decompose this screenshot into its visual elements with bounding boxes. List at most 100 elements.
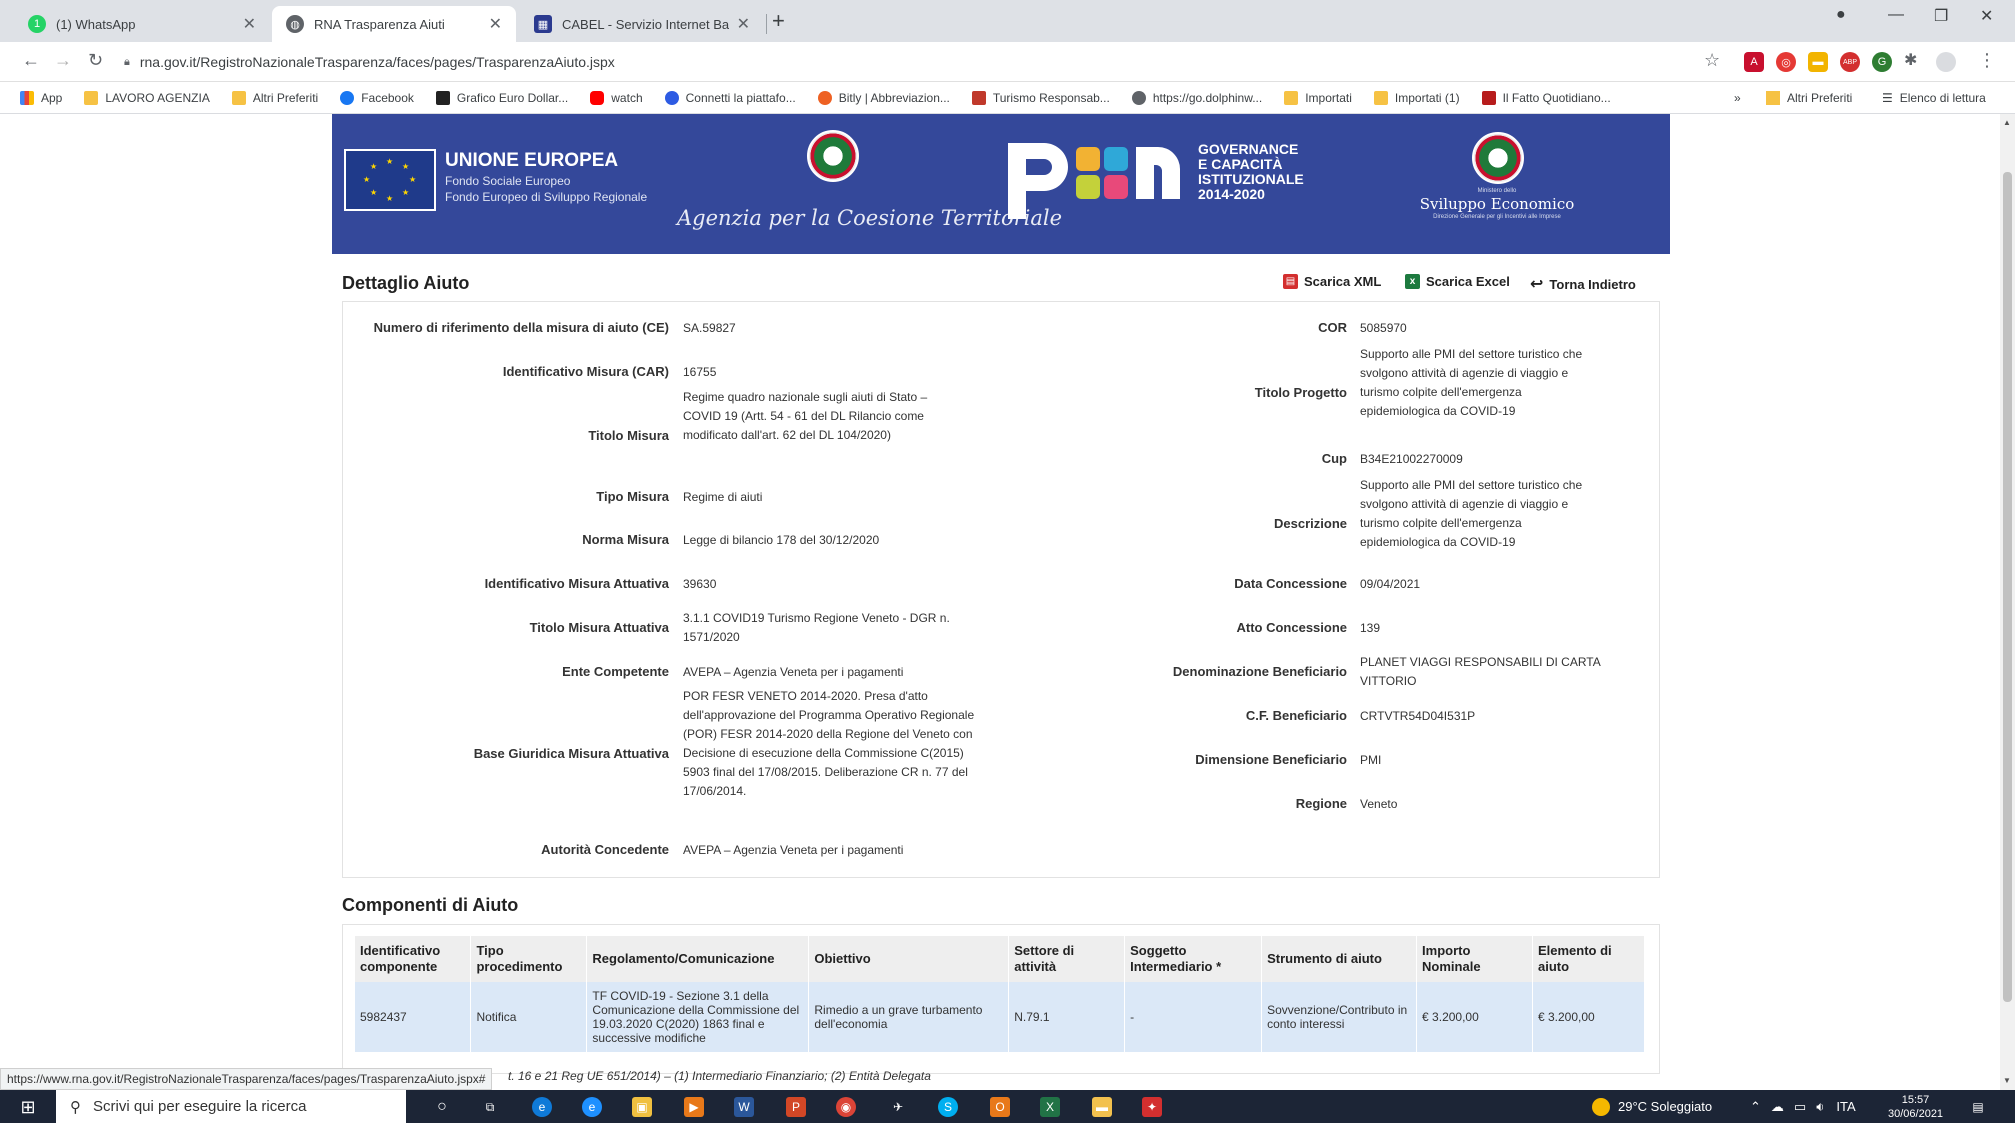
bookmark-folder-right[interactable]: Altri Preferiti [1766, 82, 1852, 114]
task-view-icon[interactable]: ⧉ [480, 1097, 500, 1117]
app-icon[interactable]: ✦ [1142, 1097, 1162, 1117]
word-icon[interactable]: W [734, 1097, 754, 1117]
edge-icon[interactable]: e [532, 1097, 552, 1117]
powerpoint-icon[interactable]: P [786, 1097, 806, 1117]
tab-rna[interactable]: ◍ RNA Trasparenza Aiuti ✕ [272, 6, 516, 42]
italian-emblem-icon [807, 130, 859, 182]
extension-icon[interactable]: G [1872, 52, 1892, 72]
column-header: Soggetto Intermediario * [1124, 936, 1263, 982]
star-icon[interactable]: ☆ [1704, 50, 1720, 71]
excel-icon[interactable]: X [1040, 1097, 1060, 1117]
bookmark-link[interactable]: Il Fatto Quotidiano... [1481, 90, 1611, 105]
bookmark-folder[interactable]: LAVORO AGENZIA [84, 90, 210, 105]
field-value: SA.59827 [683, 321, 736, 335]
back-arrow-icon[interactable]: ← [22, 50, 40, 71]
extension-icon[interactable]: ▬ [1808, 52, 1828, 72]
menu-icon[interactable]: ⋮ [1978, 50, 1996, 71]
scroll-up-icon[interactable]: ▲ [2003, 118, 2011, 127]
field-label: Data Concessione [1234, 576, 1347, 591]
cortana-icon[interactable]: ○ [432, 1097, 452, 1117]
chrome-icon[interactable]: ◉ [836, 1097, 856, 1117]
clock[interactable]: 15:57 30/06/2021 [1888, 1090, 1943, 1123]
reply-arrow-icon: ↩ [1530, 276, 1544, 293]
system-tray[interactable]: ⌃ ☁ ▭ 🔉︎ ITA [1750, 1090, 1856, 1123]
ie-icon[interactable]: e [582, 1097, 602, 1117]
skype-icon[interactable]: S [938, 1097, 958, 1117]
field-label: Autorità Concedente [541, 842, 669, 857]
field-label: Identificativo Misura Attuativa [484, 576, 669, 591]
tab-whatsapp[interactable]: 1 (1) WhatsApp ✕ [14, 6, 270, 42]
field-label: Tipo Misura [596, 489, 669, 504]
field-value: Legge di bilancio 178 del 30/12/2020 [683, 533, 880, 547]
folder-icon [231, 90, 246, 105]
bank-icon: ▦ [534, 15, 552, 33]
field-value: 16755 [683, 365, 717, 379]
store-icon[interactable]: ▣ [632, 1097, 652, 1117]
field-value: B34E21002270009 [1360, 452, 1463, 466]
column-header: Obiettivo [808, 936, 1010, 982]
minimize-button[interactable]: — [1888, 6, 1904, 24]
avatar[interactable] [1936, 52, 1956, 72]
forward-arrow-icon[interactable]: → [54, 50, 72, 71]
puzzle-icon[interactable]: ✱ [1904, 50, 1917, 70]
detail-title: Dettaglio Aiuto [342, 273, 470, 293]
bookmark-link[interactable]: watch [590, 90, 643, 105]
field-label: COR [1318, 320, 1347, 335]
url-field[interactable]: 🔒︎ rna.gov.it/RegistroNazionaleTrasparen… [124, 48, 1704, 76]
taskbar-search-input[interactable]: ⚲ Scrivi qui per eseguire la ricerca [56, 1090, 406, 1123]
site-icon [971, 90, 986, 105]
bookmark-link[interactable]: Connetti la piattafo... [664, 90, 796, 105]
link-status-bar: https://www.rna.gov.it/RegistroNazionale… [0, 1068, 493, 1090]
extension-icon[interactable]: ◎ [1776, 52, 1796, 72]
reading-list-icon: ☰ [1882, 91, 1893, 105]
close-tab-icon[interactable]: ✕ [243, 14, 256, 34]
maximize-button[interactable]: ❐ [1934, 6, 1948, 26]
notifications-icon[interactable]: ▤ [1968, 1097, 1988, 1117]
download-excel-link[interactable]: x Scarica Excel [1405, 274, 1510, 289]
table-cell: N.79.1 [1008, 982, 1126, 1052]
ministry-emblem-icon [1472, 132, 1524, 184]
eu-subtitle: Fondo Sociale Europeo [445, 174, 571, 188]
page-viewport: ★ ★ ★ ★ ★ ★ ★ ★ UNIONE EUROPEA Fondo Soc… [0, 114, 2000, 1090]
app-icon[interactable]: ✈ [888, 1097, 908, 1117]
volume-icon: 🔉︎ [1816, 1098, 1825, 1114]
page-scrollbar[interactable]: ▲ ▼ [2000, 114, 2015, 1090]
windows-start-icon[interactable]: ⊞ [18, 1097, 38, 1117]
bookmark-folder[interactable]: Importati (1) [1373, 90, 1460, 105]
media-icon[interactable]: ▶ [684, 1097, 704, 1117]
weather-widget[interactable]: 29°C Soleggiato [1592, 1090, 1712, 1123]
outlook-icon[interactable]: O [990, 1097, 1010, 1117]
download-xml-link[interactable]: ▤ Scarica XML [1283, 274, 1381, 289]
detail-panel: Numero di riferimento della misura di ai… [342, 301, 1660, 878]
field-value: 139 [1360, 621, 1381, 635]
table-cell: € 3.200,00 [1532, 982, 1646, 1052]
bookmark-folder[interactable]: Importati [1284, 90, 1352, 105]
chart-site-icon [435, 90, 450, 105]
bookmark-folder[interactable]: Altri Preferiti [231, 90, 318, 105]
tab-cabel[interactable]: ▦ CABEL - Servizio Internet Banking ✕ [520, 6, 764, 42]
bookmark-link[interactable]: Bitly | Abbreviazion... [817, 90, 950, 105]
reading-list[interactable]: ☰ Elenco di lettura [1882, 82, 1986, 114]
bookmarks-overflow[interactable]: » [1734, 82, 1741, 114]
adblock-icon[interactable]: ABP [1840, 52, 1860, 72]
field-label: Titolo Misura Attuativa [529, 620, 669, 635]
back-link[interactable]: ↩ Torna Indietro [1530, 274, 1636, 294]
table-footnote: t. 16 e 21 Reg UE 651/2014) – (1) Interm… [508, 1069, 931, 1083]
profile-icon[interactable]: ● [1836, 6, 1846, 24]
close-tab-icon[interactable]: ✕ [737, 14, 750, 34]
bookmark-apps[interactable]: App [20, 90, 62, 105]
new-tab-button[interactable]: + [772, 8, 785, 34]
pdf-extension-icon[interactable]: A [1744, 52, 1764, 72]
field-label: Identificativo Misura (CAR) [502, 364, 669, 379]
scrollbar-thumb[interactable] [2003, 172, 2012, 1002]
bookmark-link[interactable]: Grafico Euro Dollar... [435, 90, 568, 105]
reload-icon[interactable]: ↻ [88, 50, 103, 71]
bookmark-link[interactable]: Turismo Responsab... [971, 90, 1110, 105]
bookmark-link[interactable]: https://go.dolphinw... [1131, 90, 1262, 105]
close-window-button[interactable]: ✕ [1980, 6, 1993, 26]
scroll-down-icon[interactable]: ▼ [2003, 1076, 2011, 1085]
file-explorer-icon[interactable]: ▬ [1092, 1097, 1112, 1117]
bookmark-facebook[interactable]: Facebook [340, 90, 414, 105]
close-tab-icon[interactable]: ✕ [489, 14, 502, 34]
field-value: Veneto [1360, 797, 1398, 811]
